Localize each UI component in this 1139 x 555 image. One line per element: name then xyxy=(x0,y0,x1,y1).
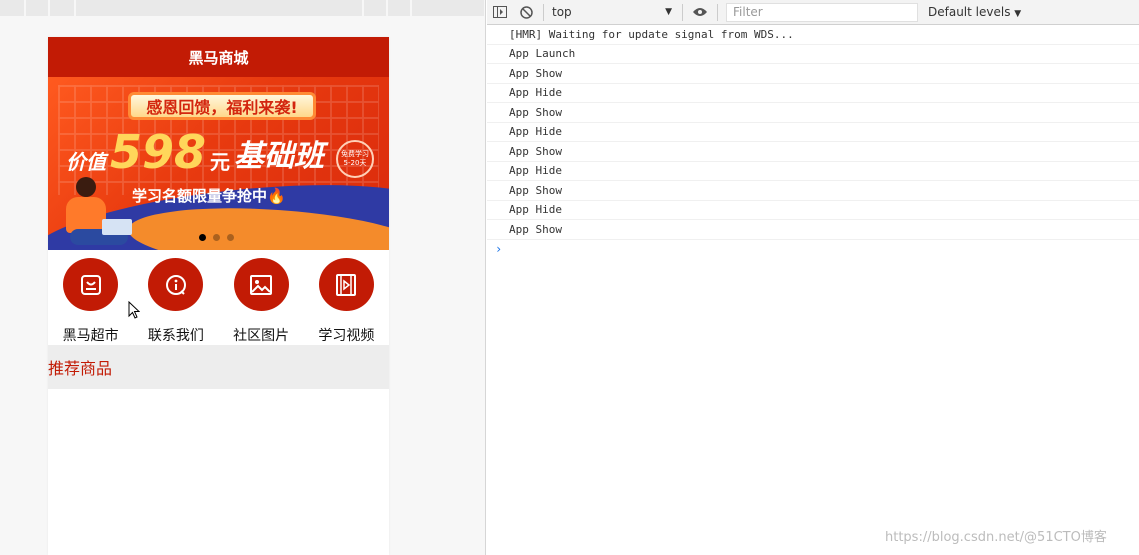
strip-segment xyxy=(26,0,48,16)
banner-price-unit: 元 xyxy=(210,150,231,174)
dropdown-arrow-icon: ▼ xyxy=(1014,9,1022,19)
console-message: App Show xyxy=(487,181,1139,201)
console-message: App Hide xyxy=(487,201,1139,220)
banner-swiper[interactable]: 感恩回馈，福利来袭! 价值 598 元 基础班 免费学习 5-20天 学习名额限… xyxy=(48,77,389,250)
console-messages: [HMR] Waiting for update signal from WDS… xyxy=(487,25,1139,258)
banner-price-label: 价值 xyxy=(66,150,106,174)
console-message: App Show xyxy=(487,64,1139,84)
strip-segment xyxy=(76,0,362,16)
sidebar-toggle-icon xyxy=(493,6,507,18)
section-title: 推荐商品 xyxy=(48,345,389,389)
console-message: App Show xyxy=(487,142,1139,162)
flame-icon: 🔥 xyxy=(267,187,286,205)
nav-item-label: 联系我们 xyxy=(147,328,204,344)
banner-slogan-text: 学习名额限量争抢中 xyxy=(132,187,268,205)
console-message: App Launch xyxy=(487,45,1139,64)
swiper-dot[interactable] xyxy=(199,234,206,241)
strip-segment xyxy=(412,0,484,16)
swiper-dot[interactable] xyxy=(227,234,234,241)
sidebar-toggle-button[interactable] xyxy=(487,0,513,25)
console-toolbar: top ▼ Filter Default levels ▼ xyxy=(487,0,1139,25)
banner-ribbon: 感恩回馈，福利来袭! xyxy=(128,92,316,120)
filter-input[interactable]: Filter xyxy=(726,2,918,22)
context-value: top xyxy=(552,5,572,19)
clear-console-button[interactable] xyxy=(513,0,539,25)
nav-item-label: 黑马超市 xyxy=(62,328,119,344)
log-levels-dropdown[interactable]: Default levels ▼ xyxy=(928,5,1021,19)
swiper-dot[interactable] xyxy=(213,234,220,241)
swiper-indicator-dots xyxy=(199,234,234,241)
film-icon xyxy=(318,258,374,311)
strip-segment xyxy=(364,0,386,16)
banner-slogan: 学习名额限量争抢中🔥 xyxy=(132,185,286,206)
prompt-chevron-icon: › xyxy=(495,241,503,256)
badge-line2: 5-20天 xyxy=(343,159,367,167)
toolbar-divider xyxy=(682,3,683,21)
console-message: App Hide xyxy=(487,84,1139,103)
toolbar-divider xyxy=(543,3,544,21)
devtools-console-panel: top ▼ Filter Default levels ▼ [HMR] Wait… xyxy=(487,0,1139,555)
badge-line1: 免费学习 xyxy=(341,150,369,158)
context-selector[interactable]: top ▼ xyxy=(548,0,678,25)
nav-item-study-videos[interactable]: 学习视频 xyxy=(304,258,389,345)
nav-bar-title: 黑马商城 xyxy=(48,37,389,77)
clear-console-icon xyxy=(519,5,533,19)
bag-icon xyxy=(63,258,119,311)
strip-segment xyxy=(0,0,24,16)
console-message: App Hide xyxy=(487,123,1139,142)
picture-icon xyxy=(233,258,289,311)
eye-icon xyxy=(693,8,707,16)
nav-item-label: 学习视频 xyxy=(318,328,375,344)
console-message: App Show xyxy=(487,220,1139,240)
strip-segment xyxy=(50,0,74,16)
simulator-top-strip xyxy=(0,0,486,16)
toolbar-divider xyxy=(717,3,718,21)
log-levels-label: Default levels xyxy=(928,5,1011,19)
nav-item-community-photos[interactable]: 社区图片 xyxy=(219,258,304,345)
strip-segment xyxy=(388,0,410,16)
console-prompt[interactable]: › xyxy=(487,240,1139,258)
watermark: https://blog.csdn.net/@51CTO博客 xyxy=(885,530,1107,545)
nav-item-supermarket[interactable]: 黑马超市 xyxy=(48,258,133,345)
dropdown-arrow-icon: ▼ xyxy=(665,7,672,17)
mouse-cursor-icon xyxy=(128,301,140,319)
banner-price-row: 价值 598 元 基础班 xyxy=(66,129,324,175)
nav-item-contact[interactable]: 联系我们 xyxy=(133,258,218,345)
banner-free-badge: 免费学习 5-20天 xyxy=(336,140,374,178)
console-message: App Hide xyxy=(487,162,1139,181)
grid-nav: 黑马超市 联系我们 社区图片 学习视频 xyxy=(48,250,389,345)
simulator-pane: 黑马商城 感恩回馈，福利来袭! 价值 598 元 基础班 免费学习 5-20天 … xyxy=(0,0,486,555)
console-message: [HMR] Waiting for update signal from WDS… xyxy=(487,25,1139,45)
banner-price-number: 598 xyxy=(110,125,207,179)
console-message: App Show xyxy=(487,103,1139,123)
student-illustration xyxy=(62,177,132,247)
live-expression-button[interactable] xyxy=(687,0,713,25)
phone-screen: 黑马商城 感恩回馈，福利来袭! 价值 598 元 基础班 免费学习 5-20天 … xyxy=(48,37,389,555)
info-icon xyxy=(148,258,204,311)
banner-course-name: 基础班 xyxy=(234,139,325,174)
nav-item-label: 社区图片 xyxy=(233,328,290,344)
